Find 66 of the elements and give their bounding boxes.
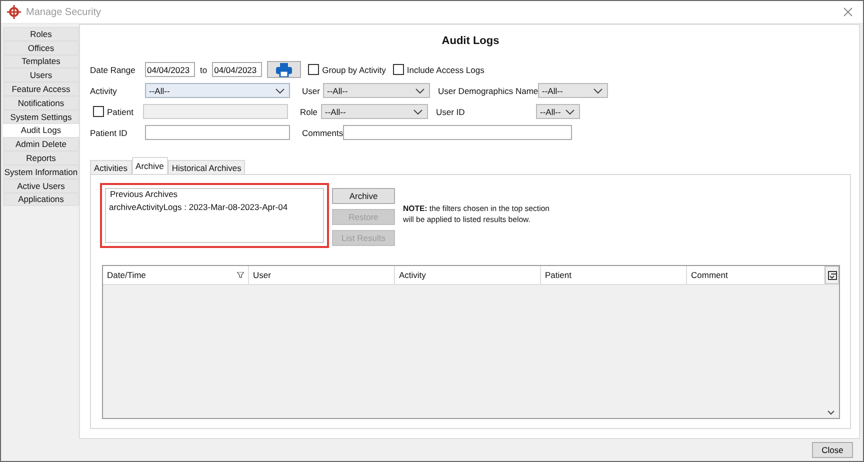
field-label: Activity (90, 86, 118, 96)
checkbox-label: Group by Activity (322, 64, 386, 74)
sidebar-item[interactable]: Users (3, 68, 79, 82)
sidebar-item[interactable]: Offices (3, 40, 79, 55)
sidebar-item[interactable]: System Settings (3, 110, 79, 124)
page-heading: Audit Logs (440, 34, 500, 49)
archive-item[interactable]: archiveActivityLogs : 2023-Mar-08-2023-Apr-04 (109, 202, 320, 212)
action-button[interactable]: Archive (332, 188, 395, 204)
field-label: User Demographics Name (438, 86, 538, 96)
scroll-down-icon (827, 410, 835, 415)
sidebar-item[interactable]: Templates (3, 54, 79, 68)
patient-id-field[interactable] (145, 125, 290, 140)
print-button[interactable] (267, 61, 302, 78)
sidebar-item[interactable]: Active Users (3, 178, 79, 193)
range-separator: to (200, 64, 208, 74)
dropdown[interactable]: --All-- (323, 83, 430, 98)
sidebar-item[interactable]: Reports (3, 151, 79, 165)
chevron-down-icon (413, 108, 423, 114)
window-title: Manage Security (26, 6, 102, 18)
column-header[interactable]: Comment (691, 270, 728, 280)
tab[interactable]: Archive (132, 157, 168, 174)
field-label: Role (300, 106, 318, 116)
tab[interactable]: Activities (90, 160, 132, 174)
dropdown[interactable]: --All-- (536, 104, 580, 119)
dropdown[interactable]: --All-- (321, 104, 428, 119)
field-label: Comments (302, 128, 343, 138)
chevron-down-icon (415, 88, 425, 94)
filter-icon (237, 272, 244, 278)
column-header[interactable]: User (253, 270, 271, 280)
column-header[interactable]: Activity (399, 270, 426, 280)
sidebar-item[interactable]: Notifications (3, 96, 79, 110)
dropdown[interactable]: --All-- (538, 83, 608, 98)
app-logo-icon (7, 5, 21, 19)
sidebar-item[interactable]: Roles (3, 27, 79, 41)
chevron-down-icon (275, 88, 285, 94)
close-icon (843, 7, 853, 17)
tab[interactable]: Historical Archives (168, 160, 246, 174)
chevron-down-icon (565, 108, 575, 114)
field-label: User ID (436, 106, 466, 116)
sidebar-item[interactable]: Feature Access (3, 82, 79, 96)
checkbox[interactable] (308, 64, 320, 75)
chevron-down-icon (593, 88, 603, 94)
archive-list[interactable]: Previous Archives archiveActivityLogs : 2023-Mar-08-2023-Apr-04 (105, 188, 324, 243)
date-field[interactable]: 04/04/2023 (212, 62, 262, 77)
sidebar-item[interactable]: System Information (3, 164, 79, 179)
dropdown[interactable]: --All-- (145, 83, 290, 98)
field-label: User (302, 86, 321, 96)
close-button[interactable] (841, 5, 855, 19)
column-chooser-button[interactable] (825, 266, 839, 284)
group-title: Previous Archives (109, 189, 179, 199)
comments-field[interactable] (343, 125, 572, 140)
checkbox-label: Include Access Logs (406, 64, 484, 74)
column-header[interactable]: Patient (545, 270, 572, 280)
field-label: Patient ID (90, 128, 128, 138)
checkbox-label: Patient (107, 106, 134, 116)
checkbox[interactable] (392, 64, 404, 75)
printer-icon (276, 62, 292, 76)
column-header[interactable]: Date/Time (107, 270, 146, 280)
columns-icon (828, 270, 836, 280)
sidebar-item[interactable]: Audit Logs (3, 124, 79, 138)
sidebar-item[interactable]: Admin Delete (3, 137, 79, 152)
close-dialog-button[interactable]: Close (812, 442, 853, 458)
sidebar-item[interactable]: Applications (3, 192, 79, 206)
field-label: Date Range (90, 64, 136, 74)
date-field[interactable]: 04/04/2023 (145, 62, 195, 77)
checkbox[interactable] (93, 106, 104, 117)
